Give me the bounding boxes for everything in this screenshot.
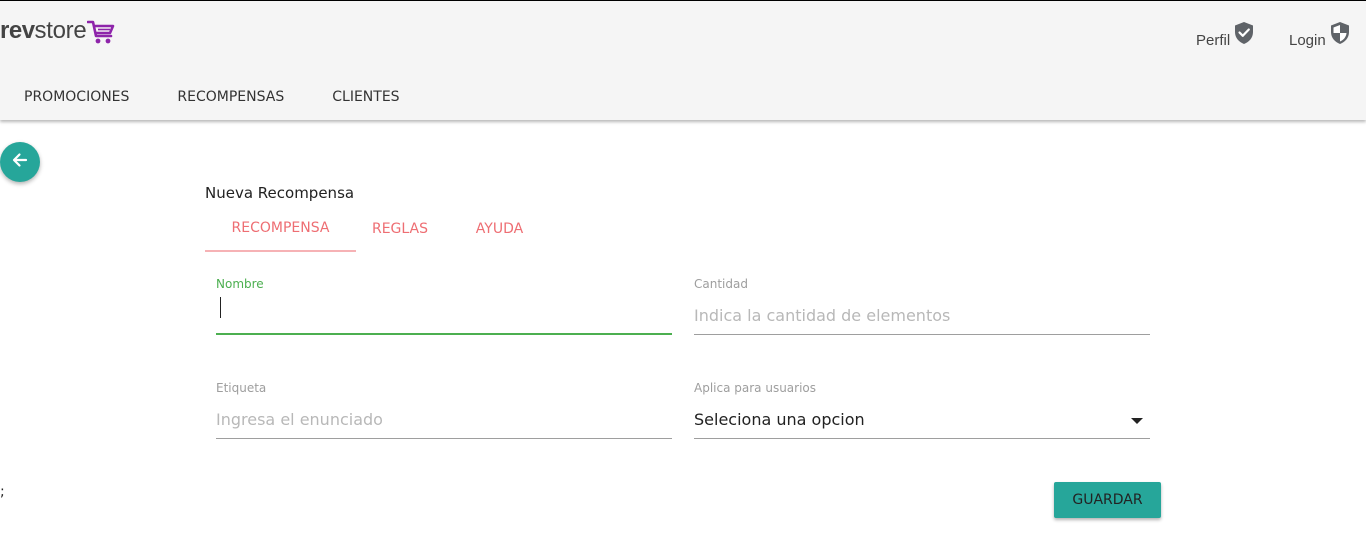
- page-title: Nueva Recompensa: [205, 184, 355, 202]
- nombre-label: Nombre: [216, 277, 264, 291]
- save-button[interactable]: GUARDAR: [1054, 482, 1161, 518]
- aplica-select[interactable]: Seleciona una opcion: [694, 401, 1150, 439]
- user-links: Perfil Login: [1166, 21, 1366, 61]
- etiqueta-field: Etiqueta: [216, 381, 672, 439]
- etiqueta-input[interactable]: [216, 401, 672, 439]
- shield-check-icon: [1230, 21, 1254, 49]
- main-nav: PROMOCIONES RECOMPENSAS CLIENTES: [0, 75, 424, 121]
- shopping-cart-icon: [87, 19, 115, 49]
- cantidad-field: Cantidad: [694, 277, 1150, 335]
- perfil-label: Perfil: [1196, 32, 1231, 49]
- tab-reglas[interactable]: REGLAS: [356, 206, 444, 252]
- nav-item-clientes[interactable]: CLIENTES: [308, 75, 423, 121]
- app-header: rev store Perfil Login PROMOCIONES RECOM…: [0, 1, 1366, 120]
- brand-name-bold: rev: [0, 17, 35, 44]
- text-cursor: [220, 297, 221, 318]
- perfil-link[interactable]: Perfil: [1196, 21, 1254, 49]
- nombre-input[interactable]: [216, 297, 672, 335]
- tab-recompensa[interactable]: RECOMPENSA: [205, 206, 356, 252]
- nombre-field: Nombre: [216, 277, 672, 335]
- etiqueta-label: Etiqueta: [216, 381, 267, 395]
- aplica-label: Aplica para usuarios: [694, 381, 817, 395]
- back-button[interactable]: [0, 142, 40, 182]
- login-label: Login: [1289, 32, 1326, 49]
- shield-half-icon: [1326, 21, 1350, 49]
- form-tabs: RECOMPENSA REGLAS AYUDA: [205, 206, 555, 252]
- brand-name-regular: store: [34, 17, 87, 44]
- nav-item-recompensas[interactable]: RECOMPENSAS: [153, 75, 308, 121]
- aplica-selected-value: Seleciona una opcion: [694, 410, 865, 429]
- login-link[interactable]: Login: [1289, 21, 1350, 49]
- arrow-left-icon: [10, 150, 30, 174]
- caret-down-icon: [1130, 410, 1150, 429]
- aplica-field: Aplica para usuarios Seleciona una opcio…: [694, 381, 1150, 439]
- brand-logo[interactable]: rev store: [0, 17, 115, 49]
- cantidad-input[interactable]: [694, 297, 1150, 335]
- cantidad-label: Cantidad: [694, 277, 748, 291]
- nav-item-promociones[interactable]: PROMOCIONES: [0, 75, 153, 121]
- stray-text: ;: [0, 484, 5, 500]
- tab-ayuda[interactable]: AYUDA: [444, 206, 555, 252]
